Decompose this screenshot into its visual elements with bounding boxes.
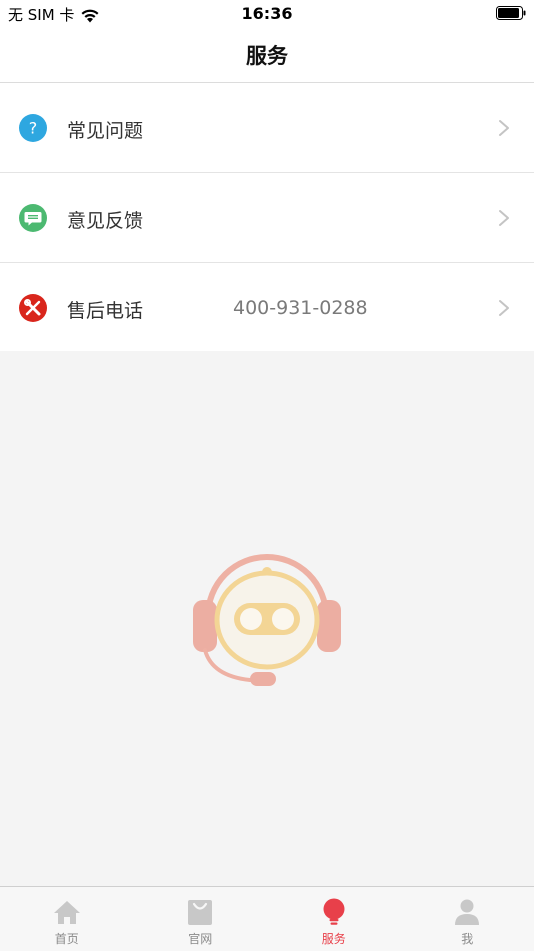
menu-item-label: 常见问题 bbox=[67, 116, 143, 143]
status-bar: 无 SIM 卡 16:36 bbox=[0, 0, 534, 28]
question-icon: ? bbox=[19, 114, 47, 142]
tab-label: 我 bbox=[401, 930, 534, 947]
service-menu: ? 常见问题 意见反馈 售后电话 bbox=[0, 83, 534, 351]
menu-item-faq[interactable]: ? 常见问题 bbox=[0, 83, 534, 173]
chat-bubble-icon bbox=[19, 204, 47, 232]
phone-number[interactable]: 400-931-0288 bbox=[233, 297, 368, 319]
svg-text:?: ? bbox=[29, 119, 38, 138]
menu-item-label: 意见反馈 bbox=[67, 206, 143, 233]
status-time: 16:36 bbox=[0, 4, 534, 23]
tab-home[interactable]: 首页 bbox=[0, 887, 134, 951]
tab-service[interactable]: 服务 bbox=[267, 887, 401, 951]
menu-item-feedback[interactable]: 意见反馈 bbox=[0, 173, 534, 263]
home-icon bbox=[52, 897, 82, 927]
menu-item-label: 售后电话 bbox=[67, 296, 143, 323]
tab-bar: 首页 官网 服务 我 bbox=[0, 886, 534, 951]
page-title: 服务 bbox=[0, 40, 534, 70]
wrench-screwdriver-icon bbox=[19, 294, 47, 322]
robot-headset-mascot bbox=[188, 548, 346, 690]
battery-icon bbox=[496, 6, 526, 20]
navigation-bar: 服务 bbox=[0, 28, 534, 83]
chevron-right-icon bbox=[498, 299, 510, 317]
person-icon bbox=[452, 897, 482, 927]
tab-label: 服务 bbox=[267, 930, 401, 947]
tab-label: 首页 bbox=[0, 930, 134, 947]
chevron-right-icon bbox=[498, 209, 510, 227]
lightbulb-icon bbox=[319, 897, 349, 927]
tab-official-site[interactable]: 官网 bbox=[134, 887, 268, 951]
shopping-bag-icon bbox=[185, 897, 215, 927]
tab-label: 官网 bbox=[134, 930, 268, 947]
menu-item-after-sales-phone[interactable]: 售后电话 400-931-0288 bbox=[0, 263, 534, 351]
tab-me[interactable]: 我 bbox=[401, 887, 534, 951]
chevron-right-icon bbox=[498, 119, 510, 137]
